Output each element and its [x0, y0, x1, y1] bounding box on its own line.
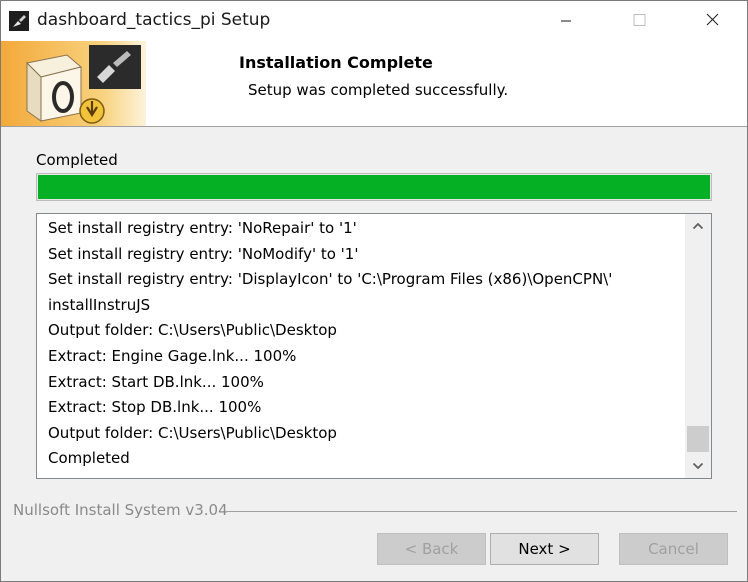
log-line: Extract: Engine Gage.lnk... 100% — [48, 346, 297, 365]
branding-text: Nullsoft Install System v3.04 — [13, 501, 228, 519]
close-icon — [706, 13, 719, 26]
log-line: Extract: Stop DB.lnk... 100% — [48, 398, 262, 417]
scroll-down-button[interactable] — [685, 454, 711, 478]
log-line: Output folder: C:\Users\Public\Desktop — [48, 321, 337, 340]
status-label: Completed — [36, 151, 118, 169]
install-log[interactable]: Set install registry entry: 'NoRepair' t… — [36, 213, 712, 479]
log-line: Set install registry entry: 'NoModify' t… — [48, 244, 359, 263]
back-button[interactable]: < Back — [377, 533, 486, 565]
log-lines: Set install registry entry: 'NoRepair' t… — [48, 216, 678, 472]
log-scrollbar[interactable] — [685, 214, 711, 478]
minimize-icon — [561, 20, 571, 22]
log-line: Extract: Start DB.lnk... 100% — [48, 372, 264, 391]
next-button[interactable]: Next > — [490, 533, 599, 565]
title-bar[interactable]: dashboard_tactics_pi Setup — [1, 1, 747, 41]
log-line: Output folder: C:\Users\Public\Desktop — [48, 423, 337, 442]
window-title: dashboard_tactics_pi Setup — [37, 10, 271, 30]
installer-app-icon — [9, 11, 29, 31]
scroll-thumb[interactable] — [687, 426, 709, 452]
log-line: Set install registry entry: 'DisplayIcon… — [48, 270, 613, 289]
page-subtitle: Setup was completed successfully. — [248, 81, 509, 99]
chevron-down-icon — [692, 462, 704, 470]
log-line: Completed — [48, 449, 130, 468]
scroll-up-button[interactable] — [685, 214, 711, 238]
page-title: Installation Complete — [239, 53, 433, 72]
header-panel: Installation Complete Setup was complete… — [1, 41, 747, 127]
minimize-button[interactable] — [543, 1, 589, 41]
log-line: Set install registry entry: 'NoRepair' t… — [48, 219, 357, 237]
branding-divider — [227, 511, 737, 512]
installer-window: dashboard_tactics_pi Setup Installation … — [0, 0, 748, 582]
progress-bar — [36, 173, 712, 201]
progress-bar-fill — [38, 175, 710, 199]
maximize-button[interactable] — [615, 1, 661, 41]
chevron-up-icon — [692, 222, 704, 230]
close-button[interactable] — [689, 1, 735, 41]
log-line: installInstruJS — [48, 295, 151, 314]
cancel-button[interactable]: Cancel — [619, 533, 728, 565]
installer-box-icon — [1, 41, 146, 126]
maximize-icon — [633, 14, 646, 26]
